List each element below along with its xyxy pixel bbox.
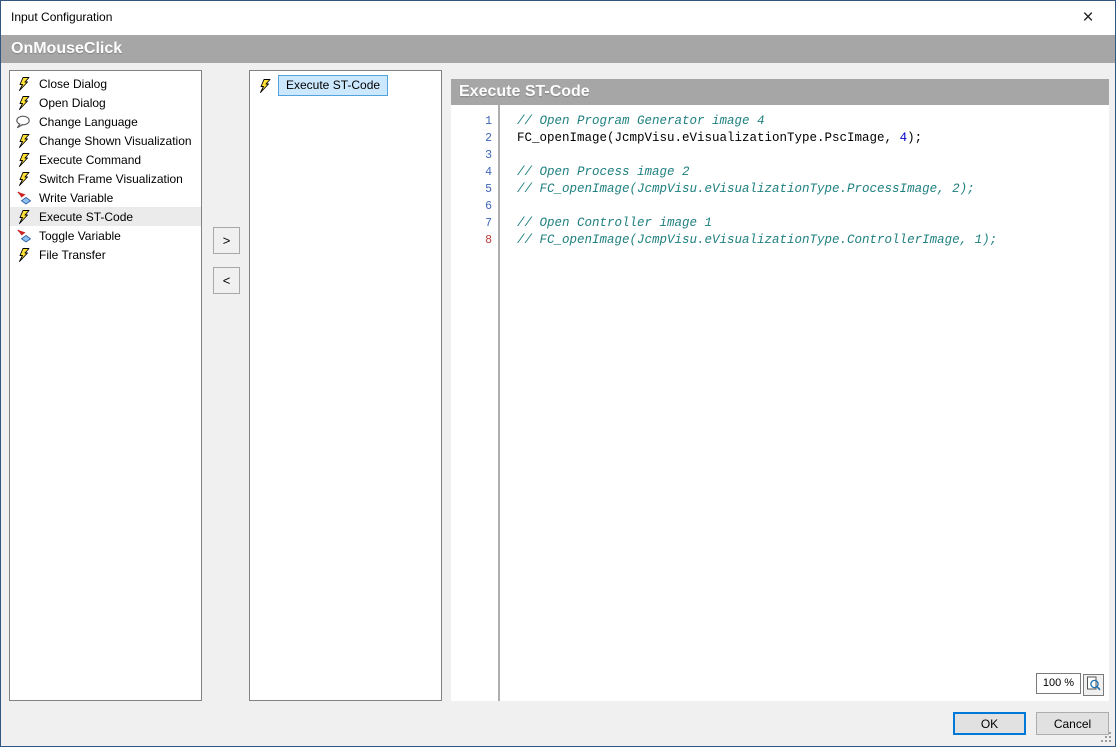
code-segment: // Open Process image 2 [500,164,690,181]
line-number: 5 [451,181,500,198]
list-item-execute-command[interactable]: Execute Command [10,150,201,169]
code-line: 3 [451,147,1109,164]
write-variable-icon [16,228,31,243]
list-item-open-dialog[interactable]: Open Dialog [10,93,201,112]
detail-header-label: Execute ST-Code [459,83,590,100]
code-segment: // Open Controller image 1 [500,215,712,232]
lightning-icon [16,152,31,167]
list-item-switch-frame-visualization[interactable]: Switch Frame Visualization [10,169,201,188]
resize-grip-icon[interactable] [1100,731,1113,744]
cancel-button[interactable]: Cancel [1036,712,1109,735]
list-item-label: Change Language [39,115,138,129]
code-line: 5 // FC_openImage(JcmpVisu.eVisualizatio… [451,181,1109,198]
assigned-actions-list[interactable]: Execute ST-Code [249,70,442,701]
event-header: OnMouseClick [1,35,1115,63]
list-item-write-variable[interactable]: Write Variable [10,188,201,207]
list-item-label: Change Shown Visualization [39,134,192,148]
detail-panel-header: Execute ST-Code [451,79,1109,105]
list-item-execute-st-code[interactable]: Execute ST-Code [10,207,201,226]
lightning-icon [257,78,272,93]
window-title: Input Configuration [11,10,112,24]
lightning-icon [16,95,31,110]
code-segment: // FC_openImage(JcmpVisu.eVisualizationT… [500,232,997,249]
line-number: 4 [451,164,500,181]
code-segment: ); [907,131,922,145]
line-number: 1 [451,113,500,130]
list-item-file-transfer[interactable]: File Transfer [10,245,201,264]
code-segment [500,198,517,215]
lightning-icon [16,247,31,262]
code-segment: 4 [900,131,908,145]
code-segment: // FC_openImage(JcmpVisu.eVisualizationT… [500,181,975,198]
code-line: 7 // Open Controller image 1 [451,215,1109,232]
list-item-label: Write Variable [39,191,113,205]
list-item-label: Toggle Variable [39,229,121,243]
list-item-close-dialog[interactable]: Close Dialog [10,74,201,93]
list-item-change-shown-visualization[interactable]: Change Shown Visualization [10,131,201,150]
list-item-label: Execute ST-Code [39,210,133,224]
title-bar: Input Configuration × [1,1,1115,35]
code-line: 6 [451,198,1109,215]
speech-bubble-icon [16,114,31,129]
line-number: 8 [451,232,500,249]
list-item-label: Close Dialog [39,77,107,91]
line-number: 7 [451,215,500,232]
lightning-icon [16,171,31,186]
code-segment: // Open Program Generator image 4 [500,113,765,130]
lightning-icon [16,209,31,224]
code-line: 2 FC_openImage(JcmpVisu.eVisualizationTy… [451,130,1109,147]
add-action-button[interactable]: > [213,227,240,254]
code-segment [500,147,517,164]
code-line: 4 // Open Process image 2 [451,164,1109,181]
magnifier-page-icon [1086,676,1101,694]
st-code-editor[interactable]: 1 // Open Program Generator image 4 2 FC… [451,105,1109,701]
list-item-label: Open Dialog [39,96,106,110]
line-number: 6 [451,198,500,215]
zoom-level-field[interactable]: 100 % [1036,673,1081,694]
ok-button[interactable]: OK [953,712,1026,735]
input-configuration-dialog: Input Configuration × OnMouseClick Close… [0,0,1116,747]
line-number: 2 [451,130,500,147]
lightning-icon [16,76,31,91]
assigned-item-execute-st-code[interactable]: Execute ST-Code [250,75,441,96]
available-actions-list[interactable]: Close Dialog Open Dialog Change Language… [9,70,202,701]
list-item-label: File Transfer [39,248,106,262]
zoom-button[interactable] [1083,674,1104,696]
lightning-icon [16,133,31,148]
line-number: 3 [451,147,500,164]
list-item-change-language[interactable]: Change Language [10,112,201,131]
code-line: 8 // FC_openImage(JcmpVisu.eVisualizatio… [451,232,1109,249]
code-segment: FC_openImage(JcmpVisu.eVisualizationType… [517,131,900,145]
remove-action-button[interactable]: < [213,267,240,294]
list-item-label: Switch Frame Visualization [39,172,183,186]
event-header-label: OnMouseClick [11,40,122,57]
code-lines: 1 // Open Program Generator image 4 2 FC… [451,113,1109,249]
write-variable-icon [16,190,31,205]
code-line: 1 // Open Program Generator image 4 [451,113,1109,130]
close-icon[interactable]: × [1075,5,1101,31]
list-item-label: Execute Command [39,153,141,167]
assigned-item-label[interactable]: Execute ST-Code [278,75,388,96]
list-item-toggle-variable[interactable]: Toggle Variable [10,226,201,245]
